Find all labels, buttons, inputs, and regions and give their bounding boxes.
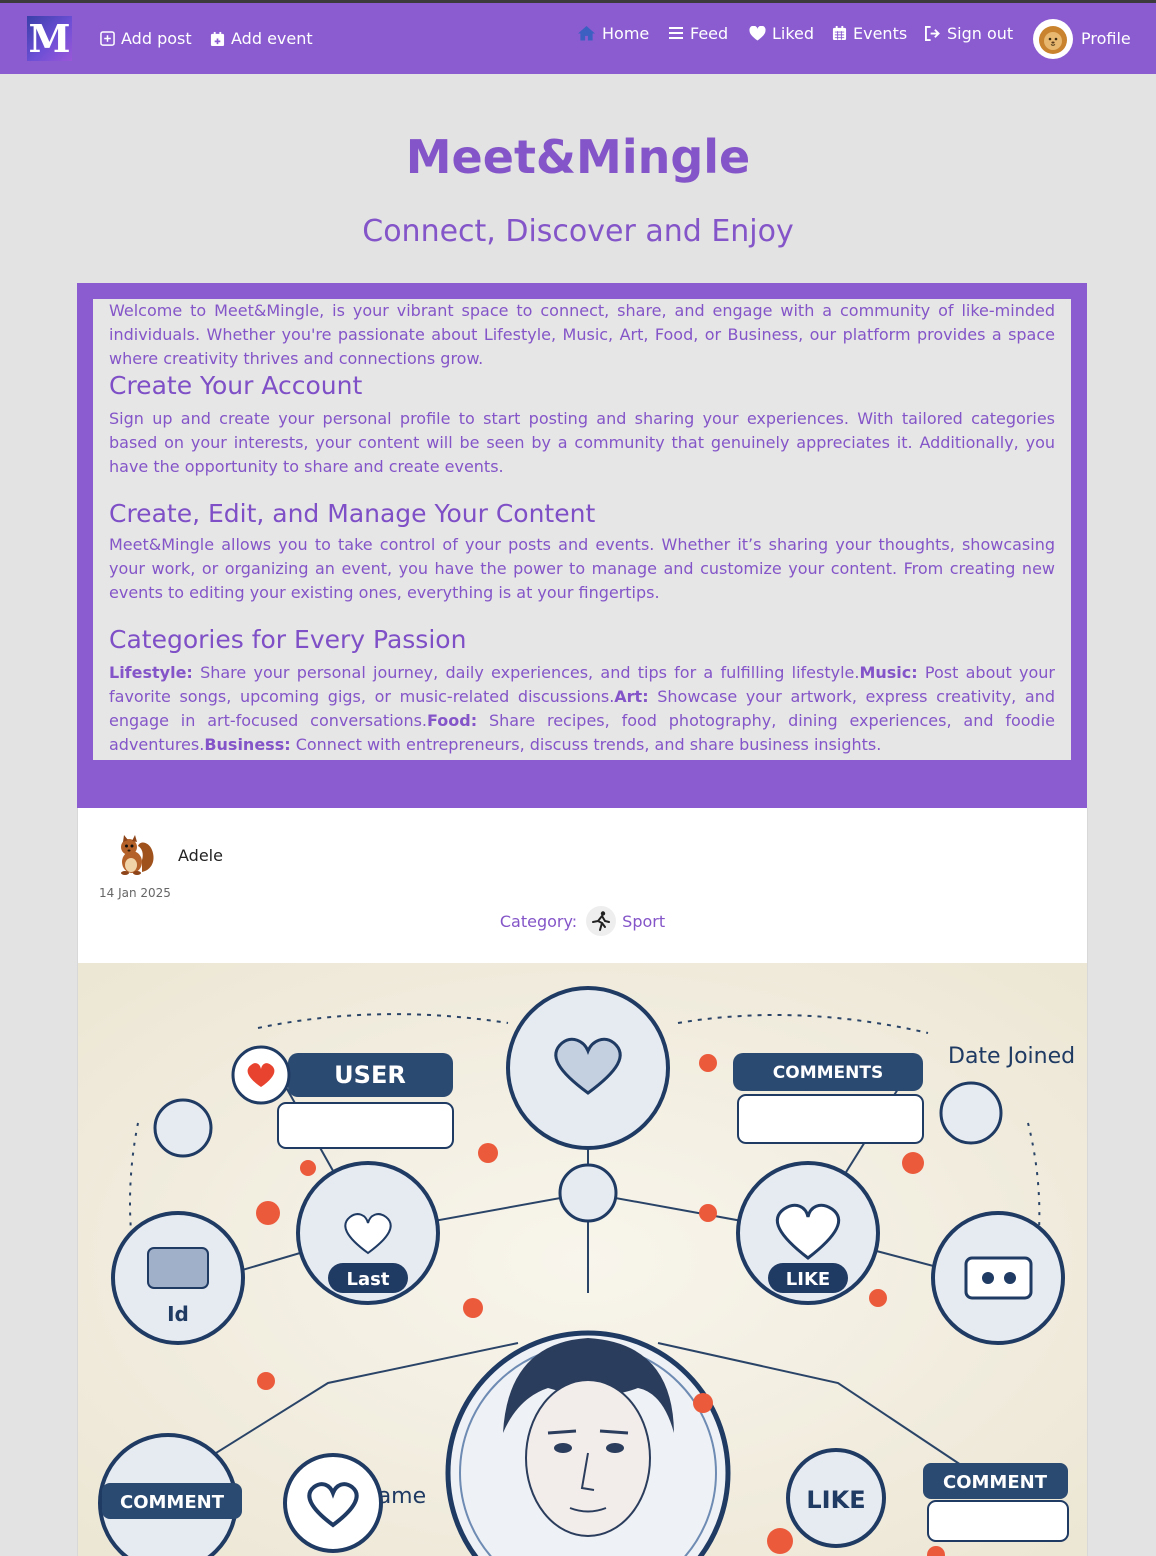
navbar: M Add post Add event Home Feed Liked Eve… xyxy=(0,3,1156,74)
illustration-comment-left: COMMENT xyxy=(120,1492,225,1513)
illustration-like-right: LIKE xyxy=(786,1269,830,1290)
home-icon xyxy=(578,25,595,41)
category-label: Category: xyxy=(499,911,578,931)
sign-out-icon xyxy=(925,25,940,41)
page-subtitle: Connect, Discover and Enjoy xyxy=(362,214,794,249)
illustration-date-joined: Date Joined xyxy=(948,1044,1075,1069)
illustration-id: Id xyxy=(167,1302,189,1326)
running-icon xyxy=(586,906,617,936)
illustration-comments: COMMENTS xyxy=(773,1063,883,1083)
category-business-label: Business: xyxy=(204,735,291,754)
nav-sign-out-label: Sign out xyxy=(947,23,1014,43)
nav-liked-label: Liked xyxy=(772,23,815,43)
nav-sign-out[interactable]: Sign out xyxy=(924,3,1013,63)
categories-paragraph: Lifestyle: Share your personal journey, … xyxy=(109,661,1055,757)
illustration-comment-right: COMMENT xyxy=(943,1472,1048,1493)
lion-avatar-icon xyxy=(1039,26,1067,54)
nav-home[interactable]: Home xyxy=(577,3,649,63)
section-text-manage-content: Meet&Mingle allows you to take control o… xyxy=(109,535,1055,602)
page-title: Meet&Mingle xyxy=(405,130,751,184)
heart-icon xyxy=(749,25,766,41)
nav-liked[interactable]: Liked xyxy=(749,3,814,63)
nav-feed-label: Feed xyxy=(690,23,729,43)
post-author-name[interactable]: Adele xyxy=(178,846,223,865)
illustration-user: USER xyxy=(334,1061,406,1089)
nav-profile-label: Profile xyxy=(1081,29,1131,48)
section-text-create-account: Sign up and create your personal profile… xyxy=(109,409,1055,476)
category-lifestyle-text: Share your personal journey, daily exper… xyxy=(192,663,860,682)
category-business-text: Connect with entrepreneurs, discuss tren… xyxy=(290,735,882,754)
illustration-like-bottom: LIKE xyxy=(806,1486,865,1514)
add-post-label: Add post xyxy=(121,29,192,48)
about-content: Welcome to Meet&Mingle, is your vibrant … xyxy=(93,299,1071,760)
profile-avatar[interactable] xyxy=(1033,19,1073,59)
post-date: 14 Jan 2025 xyxy=(99,886,171,900)
nav-home-label: Home xyxy=(602,23,650,43)
post-card[interactable]: Adele 14 Jan 2025 Category: Sport Last L… xyxy=(77,808,1088,1556)
plus-square-icon xyxy=(100,31,115,46)
add-event-label: Add event xyxy=(231,29,313,48)
add-post-link[interactable]: Add post xyxy=(100,3,192,74)
post-image: Last LIKE Id USER COMMENTS Date Joined C… xyxy=(78,963,1087,1556)
section-heading-manage-content: Create, Edit, and Manage Your Content xyxy=(109,499,596,528)
about-intro: Welcome to Meet&Mingle, is your vibrant … xyxy=(109,301,1055,368)
site-logo[interactable]: M xyxy=(27,16,72,61)
section-heading-categories: Categories for Every Passion xyxy=(109,625,467,654)
add-event-link[interactable]: Add event xyxy=(210,3,313,74)
category-music-label: Music: xyxy=(859,663,918,682)
about-panel: Welcome to Meet&Mingle, is your vibrant … xyxy=(77,283,1087,808)
category-lifestyle-label: Lifestyle: xyxy=(109,663,193,682)
illustration-last-left: Last xyxy=(347,1269,390,1290)
category-name[interactable]: Sport xyxy=(622,912,665,931)
category-food-label: Food: xyxy=(427,711,478,730)
section-heading-create-account: Create Your Account xyxy=(109,371,363,400)
post-author-avatar[interactable] xyxy=(112,832,158,878)
category-art-label: Art: xyxy=(614,687,649,706)
nav-profile[interactable]: Profile xyxy=(1081,3,1131,74)
post-category: Category: Sport xyxy=(78,906,1087,936)
squirrel-avatar-icon xyxy=(121,835,154,875)
nav-events-label: Events xyxy=(853,23,908,43)
user-network-illustration: Last LIKE Id USER COMMENTS Date Joined C… xyxy=(78,963,1087,1556)
calendar-plus-icon xyxy=(210,31,225,46)
nav-feed[interactable]: Feed xyxy=(668,3,728,63)
list-icon xyxy=(669,27,683,39)
calendar-icon xyxy=(832,25,847,41)
nav-events[interactable]: Events xyxy=(832,3,907,63)
